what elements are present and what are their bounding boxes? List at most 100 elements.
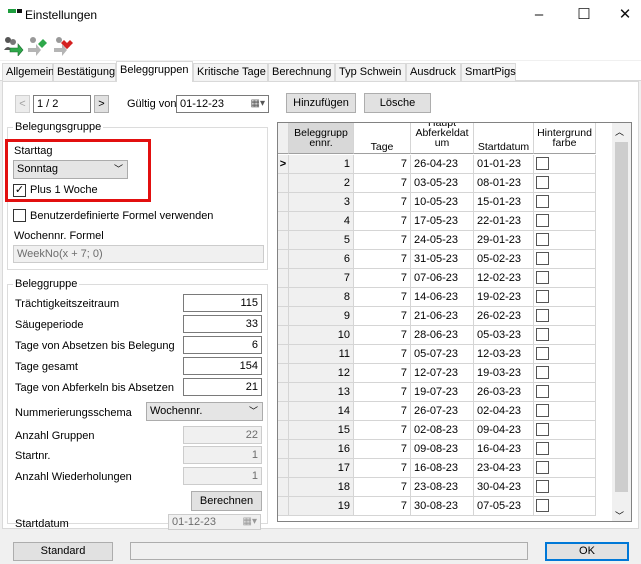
cell-tage[interactable]: 7 <box>354 269 411 288</box>
scroll-up-icon[interactable]: ︿ <box>615 125 624 138</box>
cell-color[interactable] <box>534 174 596 193</box>
cell-start[interactable]: 02-04-23 <box>474 402 534 421</box>
row-header[interactable]: > <box>278 155 289 174</box>
color-checkbox[interactable] <box>536 252 549 265</box>
cell-tage[interactable]: 7 <box>354 250 411 269</box>
cell-abf[interactable]: 09-08-23 <box>411 440 474 459</box>
cell-tage[interactable]: 7 <box>354 155 411 174</box>
cell-tage[interactable]: 7 <box>354 478 411 497</box>
row-header[interactable] <box>278 269 289 288</box>
tab-smartpigs[interactable]: SmartPigs <box>461 63 516 81</box>
prev-page-button[interactable]: < <box>15 95 30 113</box>
cell-abf[interactable]: 28-06-23 <box>411 326 474 345</box>
row-header[interactable] <box>278 497 289 516</box>
cell-nr[interactable]: 15 <box>289 421 354 440</box>
delete-button[interactable]: Lösche <box>364 93 431 113</box>
cell-color[interactable] <box>534 193 596 212</box>
cell-nr[interactable]: 18 <box>289 478 354 497</box>
cell-tage[interactable]: 7 <box>354 231 411 250</box>
scroll-thumb[interactable] <box>615 142 628 492</box>
row-header[interactable] <box>278 231 289 250</box>
startnr-input[interactable]: 1 <box>183 446 262 464</box>
cell-nr[interactable]: 13 <box>289 383 354 402</box>
row-header[interactable] <box>278 402 289 421</box>
cell-nr[interactable]: 16 <box>289 440 354 459</box>
color-checkbox[interactable] <box>536 157 549 170</box>
cell-abf[interactable]: 10-05-23 <box>411 193 474 212</box>
cell-tage[interactable]: 7 <box>354 174 411 193</box>
startdatum-date-picker[interactable]: 01-12-23 ▦▾ <box>168 514 261 530</box>
wiederholungen-input[interactable]: 1 <box>183 467 262 485</box>
row-header[interactable] <box>278 174 289 193</box>
cell-start[interactable]: 05-02-23 <box>474 250 534 269</box>
people-green-arrow-icon[interactable] <box>2 34 24 57</box>
row-header[interactable] <box>278 345 289 364</box>
row-header[interactable] <box>278 440 289 459</box>
anzahl-gruppen-input[interactable]: 22 <box>183 426 262 444</box>
cell-nr[interactable]: 12 <box>289 364 354 383</box>
color-checkbox[interactable] <box>536 176 549 189</box>
cell-start[interactable]: 26-02-23 <box>474 307 534 326</box>
saeuge-input[interactable]: 33 <box>183 315 262 333</box>
cell-start[interactable]: 15-01-23 <box>474 193 534 212</box>
people-gray-green-arrow-icon[interactable] <box>26 34 48 56</box>
cell-nr[interactable]: 7 <box>289 269 354 288</box>
cell-nr[interactable]: 9 <box>289 307 354 326</box>
cell-tage[interactable]: 7 <box>354 193 411 212</box>
close-button[interactable]: ✕ <box>610 4 640 26</box>
cell-color[interactable] <box>534 364 596 383</box>
cell-tage[interactable]: 7 <box>354 288 411 307</box>
cell-start[interactable]: 23-04-23 <box>474 459 534 478</box>
cell-abf[interactable]: 19-07-23 <box>411 383 474 402</box>
cell-abf[interactable]: 05-07-23 <box>411 345 474 364</box>
cell-abf[interactable]: 17-05-23 <box>411 212 474 231</box>
cell-color[interactable] <box>534 421 596 440</box>
color-checkbox[interactable] <box>536 214 549 227</box>
cell-tage[interactable]: 7 <box>354 421 411 440</box>
cell-nr[interactable]: 8 <box>289 288 354 307</box>
cell-tage[interactable]: 7 <box>354 345 411 364</box>
row-header[interactable] <box>278 459 289 478</box>
cell-tage[interactable]: 7 <box>354 212 411 231</box>
color-checkbox[interactable] <box>536 385 549 398</box>
cell-start[interactable]: 05-03-23 <box>474 326 534 345</box>
row-header[interactable] <box>278 421 289 440</box>
valid-from-date-picker[interactable]: 01-12-23 ▦▾ <box>176 95 269 113</box>
cell-nr[interactable]: 4 <box>289 212 354 231</box>
calendar-icon[interactable]: ▦▾ <box>251 96 265 112</box>
color-checkbox[interactable] <box>536 195 549 208</box>
row-header[interactable] <box>278 288 289 307</box>
color-checkbox[interactable] <box>536 328 549 341</box>
color-checkbox[interactable] <box>536 271 549 284</box>
cell-nr[interactable]: 17 <box>289 459 354 478</box>
row-header[interactable] <box>278 307 289 326</box>
row-header[interactable] <box>278 250 289 269</box>
color-checkbox[interactable] <box>536 461 549 474</box>
abferkeln-absetzen-input[interactable]: 21 <box>183 378 262 396</box>
cell-abf[interactable]: 30-08-23 <box>411 497 474 516</box>
color-checkbox[interactable] <box>536 233 549 246</box>
color-checkbox[interactable] <box>536 480 549 493</box>
cell-abf[interactable]: 03-05-23 <box>411 174 474 193</box>
row-header[interactable] <box>278 326 289 345</box>
cell-color[interactable] <box>534 345 596 364</box>
add-button[interactable]: Hinzufügen <box>286 93 356 113</box>
gesamt-input[interactable]: 154 <box>183 357 262 375</box>
header-hintergrundfarbe[interactable]: Hintergrund farbe <box>534 123 596 154</box>
beleggruppen-grid[interactable]: Beleggrupp ennr. Tage Haupt Abferkeldat … <box>277 122 632 522</box>
color-checkbox[interactable] <box>536 423 549 436</box>
cell-abf[interactable]: 07-06-23 <box>411 269 474 288</box>
cell-abf[interactable]: 26-04-23 <box>411 155 474 174</box>
people-red-arrow-icon[interactable] <box>52 34 74 56</box>
cell-tage[interactable]: 7 <box>354 383 411 402</box>
tab-beleggruppen[interactable]: Beleggruppen <box>116 61 193 82</box>
cell-tage[interactable]: 7 <box>354 497 411 516</box>
cell-abf[interactable]: 02-08-23 <box>411 421 474 440</box>
color-checkbox[interactable] <box>536 499 549 512</box>
cell-tage[interactable]: 7 <box>354 326 411 345</box>
cell-color[interactable] <box>534 307 596 326</box>
cell-color[interactable] <box>534 288 596 307</box>
absetzen-belegung-input[interactable]: 6 <box>183 336 262 354</box>
cell-color[interactable] <box>534 459 596 478</box>
ok-button[interactable]: OK <box>545 542 629 561</box>
